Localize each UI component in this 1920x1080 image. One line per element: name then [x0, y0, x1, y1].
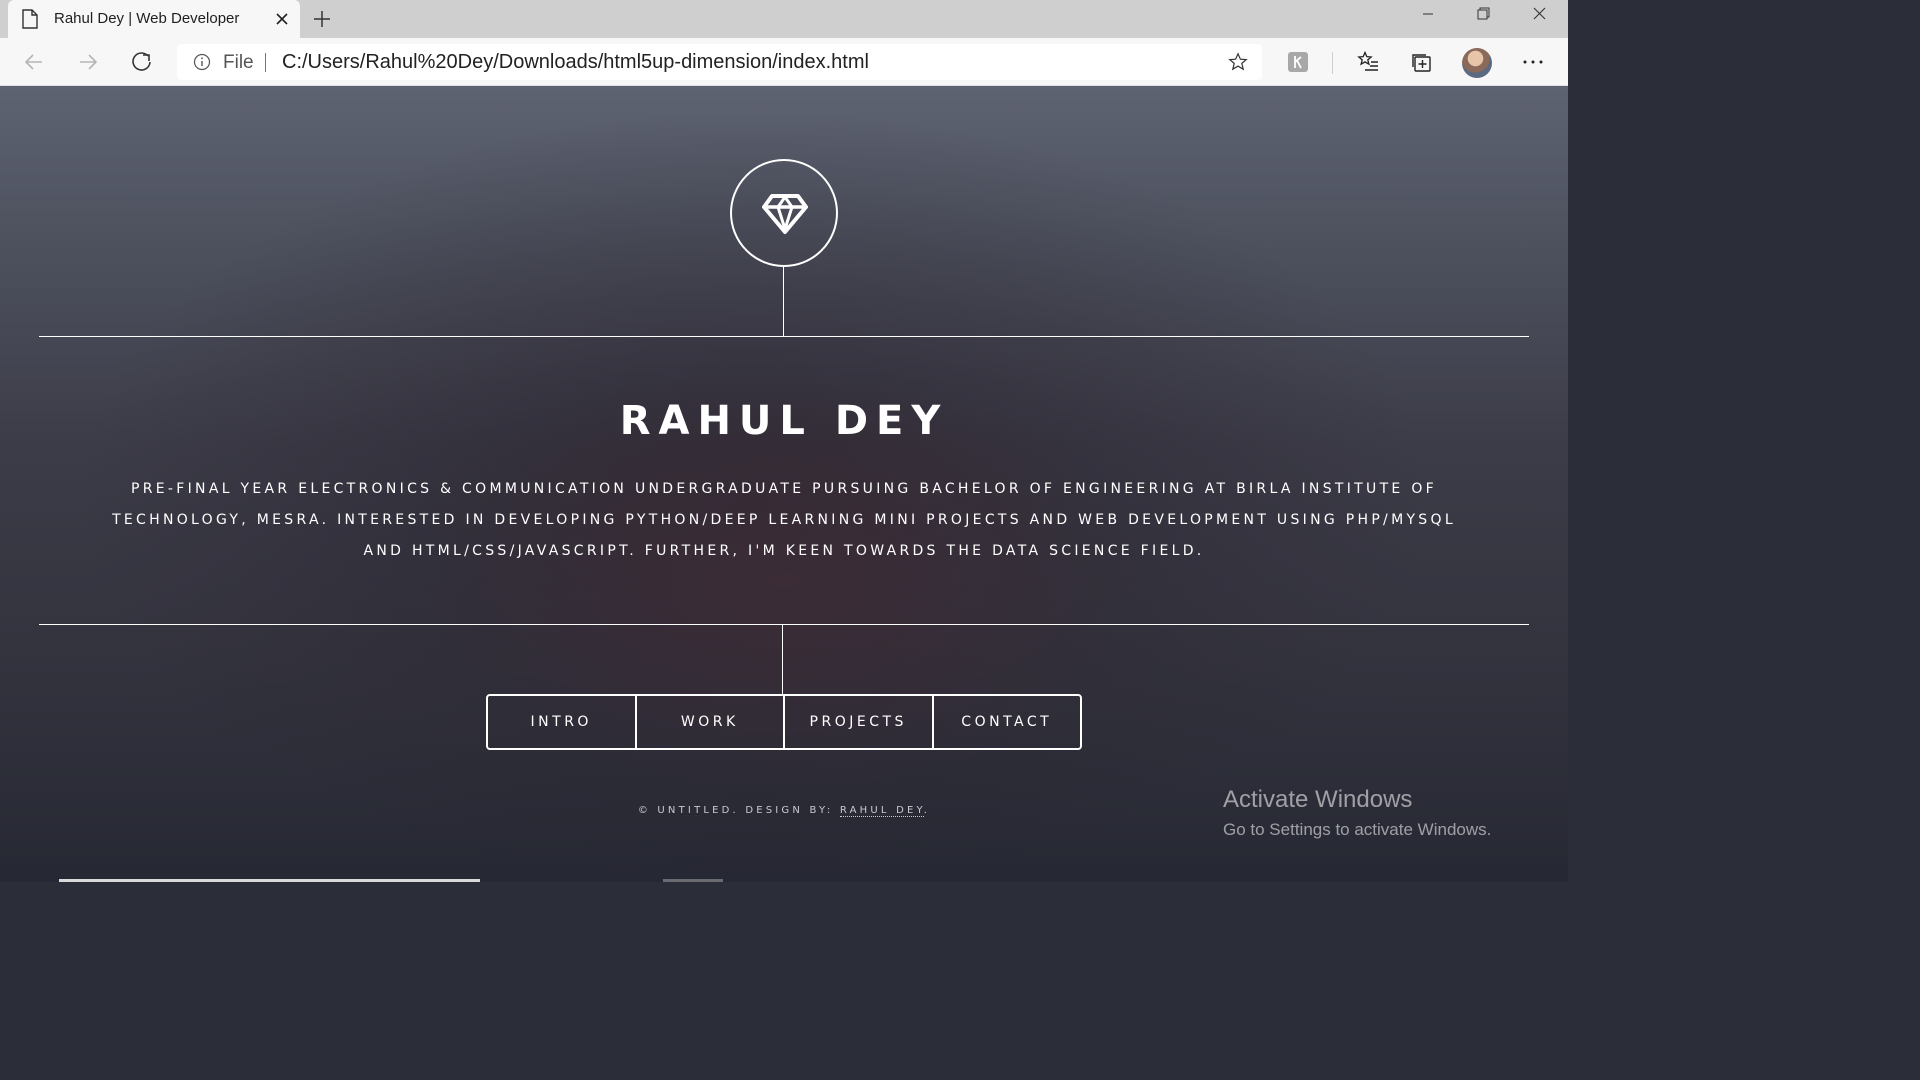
collections-icon[interactable] — [1410, 50, 1434, 74]
nav-intro-link[interactable]: Intro — [488, 696, 635, 748]
page-title: RAHUL DEY — [619, 398, 949, 444]
watermark-subtitle: Go to Settings to activate Windows. — [1223, 820, 1492, 839]
footer-text: © UNTITLED. DESIGN BY: — [637, 805, 840, 816]
new-tab-icon[interactable] — [312, 9, 332, 29]
close-tab-icon[interactable] — [274, 11, 290, 27]
logo — [730, 159, 838, 267]
main-nav: Intro Work Projects Contact — [486, 694, 1082, 750]
address-bar[interactable]: File C:/Users/Rahul%20Dey/Downloads/html… — [177, 44, 1262, 80]
diamond-icon — [762, 194, 808, 234]
browser-toolbar: File C:/Users/Rahul%20Dey/Downloads/html… — [0, 38, 1568, 86]
page-icon — [22, 9, 38, 29]
extension-icon[interactable] — [1286, 50, 1310, 74]
back-arrow-icon[interactable] — [22, 50, 46, 74]
watermark-title: Activate Windows — [1223, 786, 1413, 813]
toolbar-divider — [1332, 52, 1333, 74]
connector-line — [783, 267, 784, 336]
restore-icon[interactable] — [1456, 0, 1512, 30]
address-divider — [265, 53, 266, 72]
intro-text: Pre-final year Electronics & Communicati… — [112, 481, 1456, 559]
favorites-icon[interactable] — [1356, 50, 1380, 74]
divider-line — [39, 336, 1529, 337]
info-icon[interactable] — [193, 53, 211, 71]
refresh-icon[interactable] — [130, 50, 154, 74]
url-text[interactable]: C:/Users/Rahul%20Dey/Downloads/html5up-d… — [282, 51, 869, 74]
forward-arrow-icon[interactable] — [76, 50, 100, 74]
taskbar-strip — [663, 879, 723, 882]
windows-activation-watermark: Activate Windows Go to Settings to activ… — [1223, 786, 1491, 840]
scheme-label: File — [223, 52, 254, 73]
nav-work-link[interactable]: Work — [634, 696, 784, 748]
close-window-icon[interactable] — [1512, 0, 1568, 30]
favorite-star-icon[interactable] — [1228, 52, 1248, 72]
minimize-icon[interactable] — [1400, 0, 1456, 30]
nav-contact-link[interactable]: Contact — [931, 696, 1081, 748]
nav-projects-link[interactable]: Projects — [783, 696, 932, 748]
connector-line — [782, 625, 783, 694]
tab-bar: Rahul Dey | Web Developer — [0, 0, 1568, 38]
tab-title: Rahul Dey | Web Developer — [54, 10, 240, 27]
footer-credit-link[interactable]: RAHUL DEY — [839, 805, 924, 817]
more-menu-icon[interactable] — [1521, 50, 1545, 74]
divider-line — [39, 624, 1529, 625]
profile-avatar[interactable] — [1462, 48, 1492, 78]
browser-tab[interactable]: Rahul Dey | Web Developer — [8, 0, 300, 38]
page-content: RAHUL DEY Pre-final year Electronics & C… — [0, 86, 1568, 882]
footer-suffix: . — [923, 805, 931, 816]
taskbar-strip — [59, 879, 480, 882]
